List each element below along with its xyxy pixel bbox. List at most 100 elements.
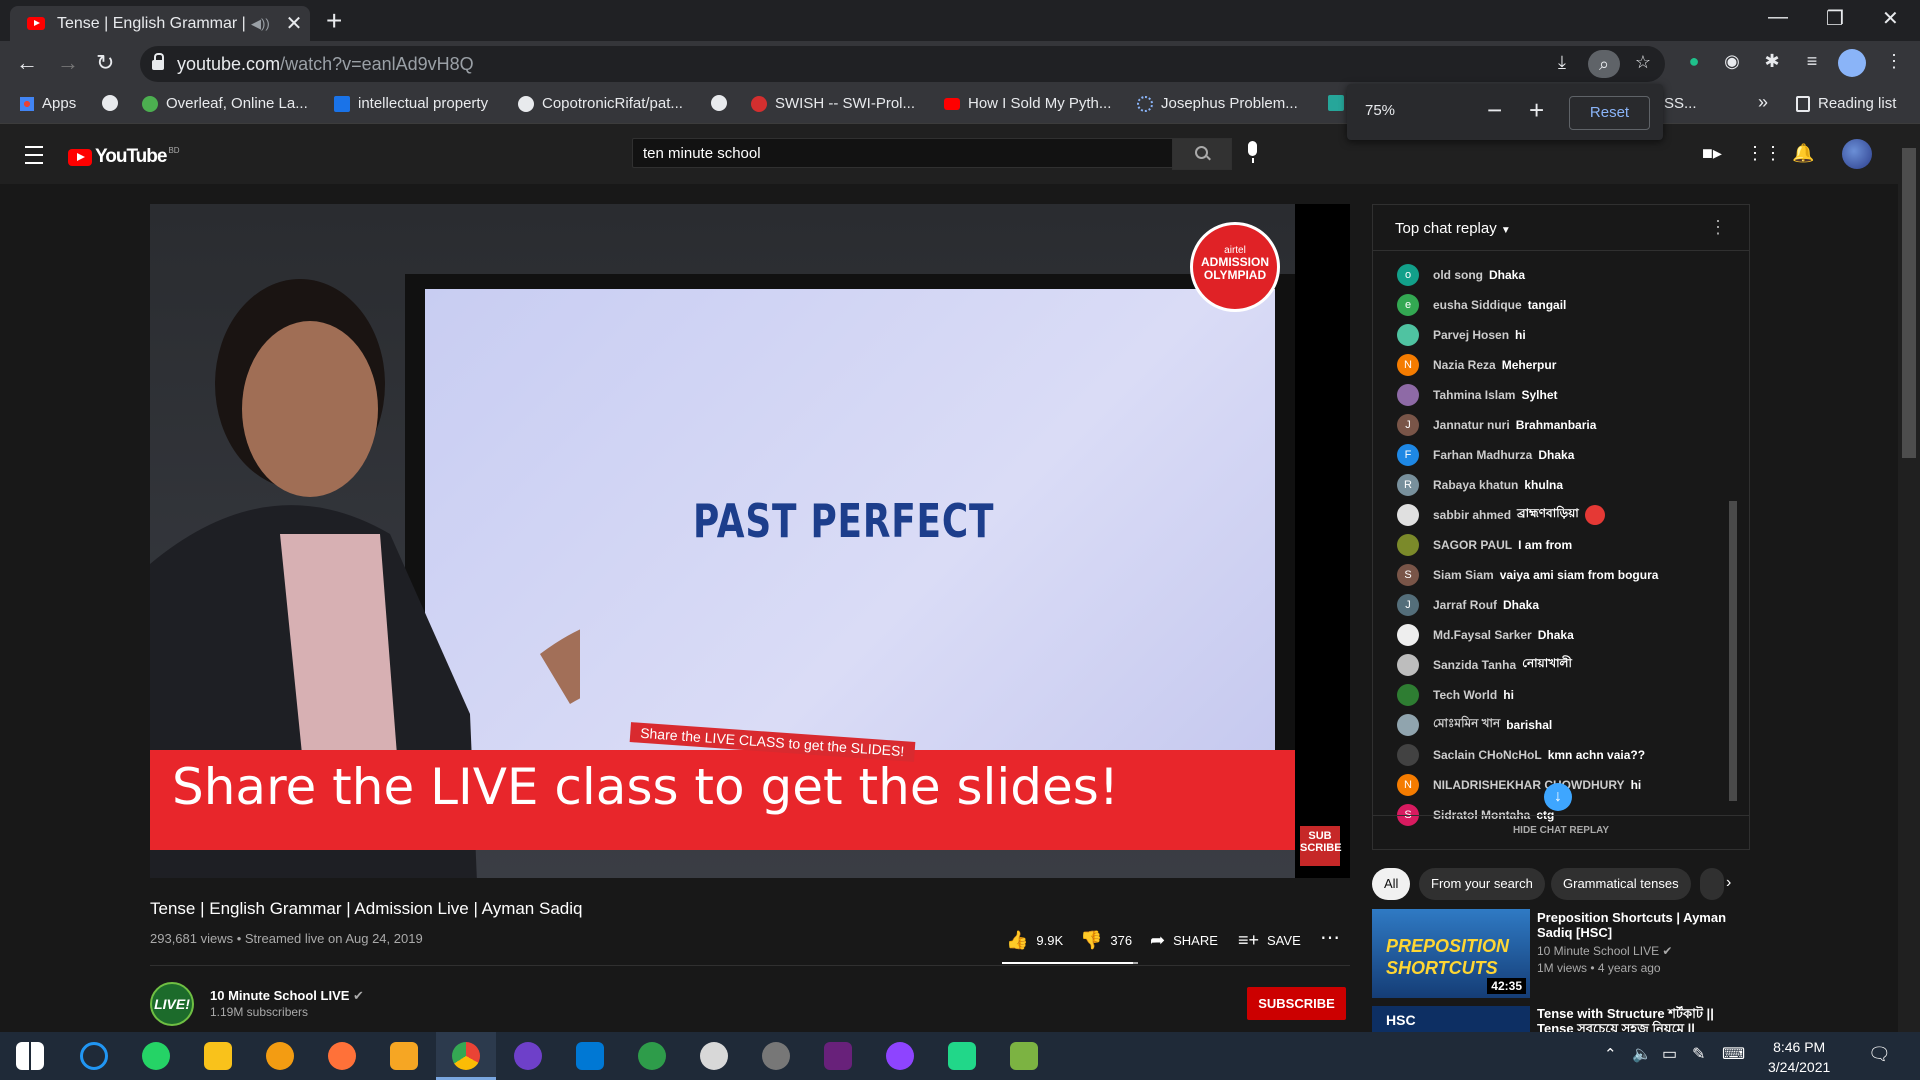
chat-author-avatar[interactable] [1397, 624, 1419, 646]
chat-author-name[interactable]: মোঃমমিন খান [1433, 715, 1500, 735]
chat-message[interactable]: N NILADRISHEKHAR CHOWDHURY hi [1397, 773, 1641, 797]
chat-author-avatar[interactable]: J [1397, 594, 1419, 616]
chat-author-avatar[interactable]: J [1397, 414, 1419, 436]
bookmark-github[interactable]: CopotronicRifat/pat... [518, 95, 683, 112]
chip-grammatical-tenses[interactable]: Grammatical tenses [1551, 868, 1691, 900]
subscribe-button[interactable]: SUBSCRIBE [1247, 987, 1346, 1020]
chip-from-your-search[interactable]: From your search [1419, 868, 1545, 900]
related-title[interactable]: Tense with Structure শর্টকাট || Tense সব… [1537, 1006, 1737, 1032]
chat-author-name[interactable]: Jarraf Rouf [1433, 598, 1497, 612]
chip-more[interactable] [1700, 868, 1724, 900]
zoom-reset-button[interactable]: Reset [1569, 96, 1650, 130]
chat-author-name[interactable]: Farhan Madhurza [1433, 448, 1532, 462]
chat-scrollbar[interactable] [1729, 253, 1737, 813]
like-button[interactable]: 👍 9.9K [1006, 930, 1063, 951]
chat-author-avatar[interactable] [1397, 744, 1419, 766]
chat-message[interactable]: Parvej Hosen hi [1397, 323, 1526, 347]
chat-message[interactable]: o old song Dhaka [1397, 263, 1525, 287]
chat-message[interactable]: Tahmina Islam Sylhet [1397, 383, 1558, 407]
dislike-button[interactable]: 👎 376 [1080, 930, 1132, 951]
cloud-app-icon[interactable] [700, 1042, 728, 1070]
media-app-icon[interactable] [390, 1042, 418, 1070]
zoom-icon[interactable]: ⌕ [1588, 50, 1620, 78]
chat-author-name[interactable]: NILADRISHEKHAR CHOWDHURY [1433, 778, 1625, 792]
chat-author-name[interactable]: Sanzida Tanha [1433, 658, 1516, 672]
chat-author-avatar[interactable]: o [1397, 264, 1419, 286]
close-tab-icon[interactable]: ✕ [286, 11, 303, 36]
audio-icon[interactable]: ◀)) [251, 16, 270, 32]
forward-icon[interactable]: → [57, 50, 79, 76]
apps-grid-icon[interactable]: ⋮⋮ [1746, 143, 1782, 164]
github-desktop-icon[interactable] [514, 1042, 542, 1070]
chat-author-avatar[interactable]: S [1397, 564, 1419, 586]
chat-message[interactable]: J Jannatur nuri Brahmanbaria [1397, 413, 1596, 437]
chips-next-icon[interactable]: › [1726, 874, 1731, 892]
grammarly-icon[interactable]: ● [1682, 51, 1706, 75]
browser-tab[interactable]: Tense | English Grammar | Ad ◀)) ✕ [10, 6, 310, 41]
chat-author-name[interactable]: eusha Siddique [1433, 298, 1522, 312]
menu-kebab-icon[interactable]: ⋮ [1882, 51, 1906, 75]
chat-author-avatar[interactable] [1397, 504, 1419, 526]
bookmark-globe-2[interactable] [711, 95, 735, 111]
chat-author-name[interactable]: Parvej Hosen [1433, 328, 1509, 342]
bookmark-globe[interactable] [102, 95, 126, 111]
chat-mode-dropdown[interactable]: Top chat replay ▼ [1395, 220, 1511, 237]
firefox-icon[interactable] [328, 1042, 356, 1070]
subscribe-watermark[interactable]: SUB SCRIBE [1300, 826, 1342, 866]
security-app-icon[interactable] [266, 1042, 294, 1070]
reload-icon[interactable]: ↻ [96, 50, 114, 76]
chat-message[interactable]: মোঃমমিন খান barishal [1397, 713, 1552, 737]
more-actions-icon[interactable]: ⋯ [1320, 925, 1340, 950]
chat-author-name[interactable]: Jannatur nuri [1433, 418, 1510, 432]
volume-icon[interactable]: 🔈 [1632, 1044, 1652, 1064]
chat-author-avatar[interactable]: N [1397, 354, 1419, 376]
chat-author-avatar[interactable] [1397, 714, 1419, 736]
chat-message[interactable]: F Farhan Madhurza Dhaka [1397, 443, 1574, 467]
chat-author-name[interactable]: Siam Siam [1433, 568, 1494, 582]
chip-all[interactable]: All [1372, 868, 1411, 900]
network-icon[interactable]: ▭ [1662, 1044, 1677, 1064]
vscode-icon[interactable] [576, 1042, 604, 1070]
chat-message[interactable]: e eusha Siddique tangail [1397, 293, 1566, 317]
chat-author-avatar[interactable]: N [1397, 774, 1419, 796]
spreadsheet-app-icon[interactable] [1010, 1042, 1038, 1070]
chat-author-name[interactable]: SAGOR PAUL [1433, 538, 1512, 552]
minimize-icon[interactable]: — [1768, 6, 1788, 29]
bookmark-overleaf[interactable]: Overleaf, Online La... [142, 95, 308, 112]
address-bar[interactable]: youtube.com/watch?v=eanlAd9vH8Q ⤓ ⌕ ☆ [140, 46, 1665, 82]
chat-message[interactable]: S Siam Siam vaiya ami siam from bogura [1397, 563, 1658, 587]
chat-author-avatar[interactable] [1397, 324, 1419, 346]
more-bookmarks-icon[interactable]: » [1758, 92, 1768, 113]
microphone-icon[interactable] [1248, 141, 1257, 163]
youtube-logo[interactable]: YouTube BD [68, 146, 180, 168]
create-video-icon[interactable]: ■▸ [1702, 143, 1722, 164]
chat-message[interactable]: J Jarraf Rouf Dhaka [1397, 593, 1539, 617]
save-button[interactable]: ≡+ SAVE [1238, 930, 1301, 951]
chat-author-avatar[interactable] [1397, 534, 1419, 556]
chat-message[interactable]: Md.Faysal Sarker Dhaka [1397, 623, 1574, 647]
install-icon[interactable]: ⤓ [1550, 52, 1574, 76]
chat-message[interactable]: N Nazia Reza Meherpur [1397, 353, 1556, 377]
related-channel[interactable]: 10 Minute School LIVE ✔ [1537, 944, 1672, 958]
profile-avatar[interactable] [1838, 49, 1866, 77]
menu-icon[interactable] [25, 146, 43, 164]
restore-icon[interactable]: ❐ [1826, 6, 1844, 31]
chat-author-name[interactable]: sabbir ahmed [1433, 508, 1511, 522]
chat-author-name[interactable]: old song [1433, 268, 1483, 282]
pen-icon[interactable]: ✎ [1692, 1044, 1705, 1064]
share-button[interactable]: ➦ SHARE [1150, 930, 1218, 951]
close-window-icon[interactable]: ✕ [1882, 6, 1899, 31]
puzzle-icon[interactable]: ✱ [1760, 51, 1784, 75]
chat-author-name[interactable]: Rabaya khatun [1433, 478, 1518, 492]
related-thumbnail[interactable]: PREPOSITION SHORTCUTS 42:35 [1372, 909, 1530, 998]
file-explorer-icon[interactable] [204, 1042, 232, 1070]
extension-icon[interactable]: ◉ [1720, 51, 1744, 75]
chat-author-avatar[interactable] [1397, 684, 1419, 706]
tray-chevron-icon[interactable]: ⌃ [1604, 1045, 1617, 1063]
channel-avatar[interactable]: LIVE! [150, 982, 194, 1026]
chat-author-avatar[interactable]: e [1397, 294, 1419, 316]
chat-message[interactable]: R Rabaya khatun khulna [1397, 473, 1563, 497]
bookmark-youtube[interactable]: How I Sold My Pyth... [944, 95, 1111, 112]
channel-name[interactable]: 10 Minute School LIVE ✔ [210, 988, 364, 1004]
search-input[interactable]: ten minute school [632, 138, 1174, 168]
